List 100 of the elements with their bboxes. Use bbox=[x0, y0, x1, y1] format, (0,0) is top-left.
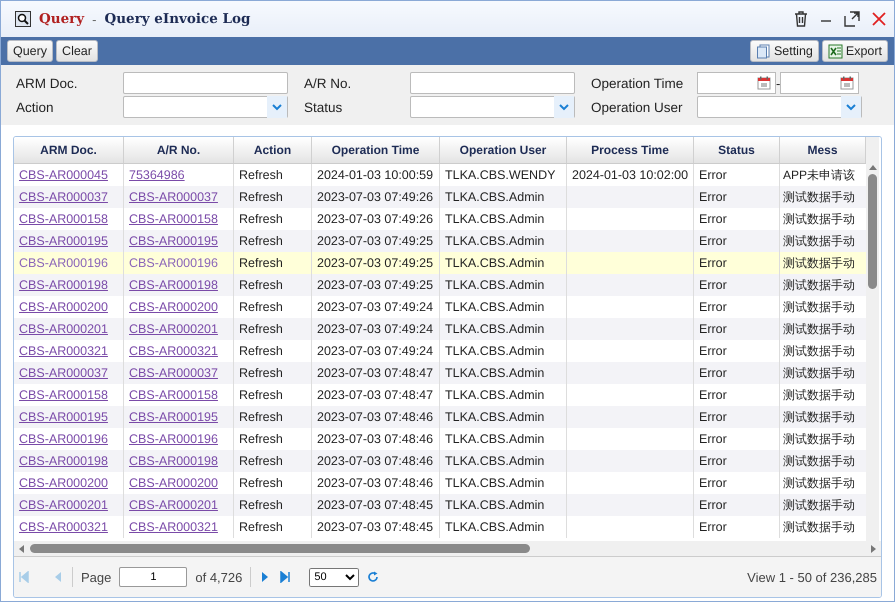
last-page-icon[interactable] bbox=[279, 571, 292, 583]
doc-link[interactable]: CBS-AR000158 bbox=[129, 388, 218, 402]
doc-link[interactable]: CBS-AR000201 bbox=[19, 498, 108, 512]
doc-link[interactable]: CBS-AR000195 bbox=[19, 410, 108, 424]
chevron-down-icon[interactable] bbox=[267, 96, 287, 118]
doc-link[interactable]: CBS-AR000196 bbox=[19, 432, 108, 446]
doc-link[interactable]: CBS-AR000195 bbox=[19, 234, 108, 248]
table-cell: Refresh bbox=[239, 498, 283, 512]
doc-link[interactable]: CBS-AR000198 bbox=[19, 454, 108, 468]
doc-link[interactable]: CBS-AR000200 bbox=[19, 476, 108, 490]
column-header[interactable]: A/R No. bbox=[124, 137, 234, 163]
chevron-down-icon[interactable] bbox=[554, 96, 574, 118]
doc-link[interactable]: CBS-AR000321 bbox=[129, 520, 218, 534]
close-icon[interactable] bbox=[872, 12, 886, 26]
table-cell: TLKA.CBS.Admin bbox=[445, 256, 544, 270]
scroll-thumb[interactable] bbox=[30, 544, 530, 553]
page-input[interactable]: 1 bbox=[119, 567, 188, 587]
doc-link[interactable]: CBS-AR000200 bbox=[129, 476, 218, 490]
refresh-icon[interactable] bbox=[367, 571, 380, 583]
doc-link[interactable]: CBS-AR000037 bbox=[19, 190, 108, 204]
dropdown-field[interactable] bbox=[697, 96, 862, 118]
toolbar-button[interactable]: Query bbox=[7, 40, 54, 62]
doc-link[interactable]: CBS-AR000158 bbox=[19, 212, 108, 226]
table-cell: TLKA.CBS.Admin bbox=[445, 322, 544, 336]
text-field[interactable] bbox=[123, 72, 288, 94]
doc-link[interactable]: CBS-AR000200 bbox=[19, 300, 108, 314]
calendar-icon[interactable] bbox=[757, 76, 771, 90]
doc-link[interactable]: CBS-AR000321 bbox=[129, 344, 218, 358]
toolbar-button[interactable]: Setting bbox=[750, 40, 819, 62]
toolbar-button[interactable]: Export bbox=[822, 40, 888, 62]
table-row[interactable]: CBS-AR000201 CBS-AR000201 Refresh 2023-07-03 07:49:24 TLKA.CBS.Admin Error 测试数据手动 bbox=[14, 318, 866, 340]
table-cell: 测试数据手动 bbox=[783, 342, 855, 360]
doc-link[interactable]: CBS-AR000195 bbox=[129, 234, 218, 248]
text-field[interactable] bbox=[410, 72, 575, 94]
doc-link[interactable]: CBS-AR000321 bbox=[19, 520, 108, 534]
doc-link[interactable]: CBS-AR000201 bbox=[129, 498, 218, 512]
doc-link[interactable]: 75364986 bbox=[129, 168, 185, 182]
doc-link[interactable]: CBS-AR000037 bbox=[19, 366, 108, 380]
dropdown-field[interactable] bbox=[123, 96, 288, 118]
table-row[interactable]: CBS-AR000198 CBS-AR000198 Refresh 2023-07-03 07:49:25 TLKA.CBS.Admin Error 测试数据手动 bbox=[14, 274, 866, 296]
column-header[interactable]: Action bbox=[234, 137, 312, 163]
table-cell: TLKA.CBS.Admin bbox=[445, 410, 544, 424]
range-separator: - bbox=[776, 76, 780, 90]
column-header[interactable]: Status bbox=[694, 137, 780, 163]
table-row[interactable]: CBS-AR000321 CBS-AR000321 Refresh 2023-07-03 07:48:45 TLKA.CBS.Admin Error 测试数据手动 bbox=[14, 516, 866, 538]
dropdown-field[interactable] bbox=[410, 96, 575, 118]
table-cell: TLKA.CBS.Admin bbox=[445, 454, 544, 468]
date-field[interactable] bbox=[697, 72, 776, 94]
table-row[interactable]: CBS-AR000037 CBS-AR000037 Refresh 2023-07-03 07:48:47 TLKA.CBS.Admin Error 测试数据手动 bbox=[14, 362, 866, 384]
column-header[interactable]: Process Time bbox=[567, 137, 694, 163]
doc-link[interactable]: CBS-AR000158 bbox=[129, 212, 218, 226]
doc-link[interactable]: CBS-AR000321 bbox=[19, 344, 108, 358]
column-header[interactable]: Operation Time bbox=[312, 137, 440, 163]
table-row[interactable]: CBS-AR000201 CBS-AR000201 Refresh 2023-07-03 07:48:45 TLKA.CBS.Admin Error 测试数据手动 bbox=[14, 494, 866, 516]
doc-link[interactable]: CBS-AR000201 bbox=[19, 322, 108, 336]
column-header[interactable]: Operation User bbox=[440, 137, 567, 163]
scroll-thumb[interactable] bbox=[868, 174, 877, 289]
table-cell: Error bbox=[699, 366, 727, 380]
doc-link[interactable]: CBS-AR000037 bbox=[129, 190, 218, 204]
doc-link[interactable]: CBS-AR000198 bbox=[129, 454, 218, 468]
table-row[interactable]: CBS-AR000195 CBS-AR000195 Refresh 2023-07-03 07:48:46 TLKA.CBS.Admin Error 测试数据手动 bbox=[14, 406, 866, 428]
window-title: Query eInvoice Log bbox=[104, 11, 250, 27]
table-row[interactable]: CBS-AR000037 CBS-AR000037 Refresh 2023-07-03 07:49:26 TLKA.CBS.Admin Error 测试数据手动 bbox=[14, 186, 866, 208]
doc-link[interactable]: CBS-AR000195 bbox=[129, 410, 218, 424]
table-cell: TLKA.CBS.Admin bbox=[445, 300, 544, 314]
doc-link[interactable]: CBS-AR000037 bbox=[129, 366, 218, 380]
vertical-scrollbar[interactable] bbox=[866, 137, 879, 541]
calendar-icon[interactable] bbox=[840, 76, 854, 90]
doc-link[interactable]: CBS-AR000200 bbox=[129, 300, 218, 314]
chevron-down-icon[interactable] bbox=[841, 96, 861, 118]
page-size-select[interactable]: 50 bbox=[309, 568, 360, 586]
doc-link[interactable]: CBS-AR000196 bbox=[129, 256, 218, 270]
horizontal-scrollbar[interactable] bbox=[14, 541, 881, 556]
doc-link[interactable]: CBS-AR000198 bbox=[19, 278, 108, 292]
table-row[interactable]: CBS-AR000195 CBS-AR000195 Refresh 2023-07-03 07:49:25 TLKA.CBS.Admin Error 测试数据手动 bbox=[14, 230, 866, 252]
column-header[interactable]: ARM Doc. bbox=[14, 137, 124, 163]
scroll-up-icon[interactable] bbox=[868, 164, 876, 170]
doc-link[interactable]: CBS-AR000196 bbox=[129, 432, 218, 446]
trash-icon[interactable] bbox=[794, 11, 808, 27]
table-cell: 2023-07-03 07:49:26 bbox=[317, 212, 434, 226]
table-cell: 测试数据手动 bbox=[783, 474, 855, 492]
scroll-left-icon[interactable] bbox=[18, 544, 24, 552]
table-cell: 测试数据手动 bbox=[783, 210, 855, 228]
doc-link[interactable]: CBS-AR000198 bbox=[129, 278, 218, 292]
doc-link[interactable]: CBS-AR000045 bbox=[19, 168, 108, 182]
toolbar-button[interactable]: Clear bbox=[56, 40, 98, 62]
table-cell: Refresh bbox=[239, 388, 283, 402]
maximize-icon[interactable] bbox=[844, 11, 860, 27]
scroll-right-icon[interactable] bbox=[871, 544, 877, 552]
table-cell: Error bbox=[699, 454, 727, 468]
table-cell: 测试数据手动 bbox=[783, 364, 855, 382]
doc-link[interactable]: CBS-AR000196 bbox=[19, 256, 108, 270]
doc-link[interactable]: CBS-AR000201 bbox=[129, 322, 218, 336]
table-row[interactable]: CBS-AR000196 CBS-AR000196 Refresh 2023-07-03 07:49:25 TLKA.CBS.Admin Error 测试数据手动 bbox=[14, 252, 866, 274]
doc-link[interactable]: CBS-AR000158 bbox=[19, 388, 108, 402]
table-cell: TLKA.CBS.Admin bbox=[445, 388, 544, 402]
table-row[interactable]: CBS-AR000198 CBS-AR000198 Refresh 2023-07-03 07:48:46 TLKA.CBS.Admin Error 测试数据手动 bbox=[14, 450, 866, 472]
table-cell: Error bbox=[699, 190, 727, 204]
table-cell: TLKA.CBS.Admin bbox=[445, 234, 544, 248]
date-field[interactable] bbox=[780, 72, 860, 94]
